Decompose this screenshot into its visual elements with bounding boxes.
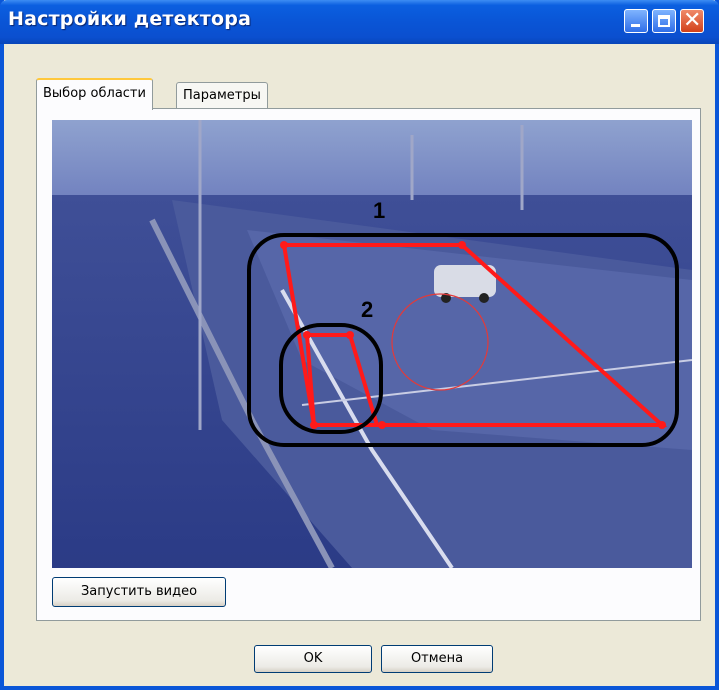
zone-vertex-handle[interactable] — [658, 421, 666, 429]
zone-vertex-handle[interactable] — [346, 331, 354, 339]
annotation-label-2: 2 — [361, 297, 373, 322]
zone-vertex-handle[interactable] — [280, 241, 288, 249]
zone-vertex-handle[interactable] — [310, 421, 318, 429]
maximize-button[interactable] — [652, 9, 676, 33]
ok-button[interactable]: OK — [254, 645, 372, 673]
sky — [52, 120, 692, 205]
minimize-icon — [631, 24, 640, 27]
video-preview[interactable]: 1 2 — [52, 120, 692, 568]
video-frame: 1 2 — [52, 120, 692, 568]
start-video-button[interactable]: Запустить видео — [52, 577, 226, 607]
zone-vertex-handle[interactable] — [303, 331, 311, 339]
zone-vertex-handle[interactable] — [458, 241, 466, 249]
car-wheel — [479, 293, 489, 303]
zone-vertex-handle[interactable] — [378, 421, 386, 429]
minimize-button[interactable] — [624, 9, 648, 33]
title-bar[interactable]: Настройки детектора ✕ — [0, 0, 719, 44]
tab-parameters[interactable]: Параметры — [176, 82, 268, 110]
cancel-button[interactable]: Отмена — [381, 645, 493, 673]
close-button[interactable]: ✕ — [680, 8, 704, 33]
maximize-icon — [658, 15, 670, 27]
close-icon: ✕ — [683, 8, 702, 33]
annotation-label-1: 1 — [373, 198, 385, 223]
tab-area-selection[interactable]: Выбор области — [36, 78, 153, 110]
window-title: Настройки детектора — [8, 8, 252, 30]
